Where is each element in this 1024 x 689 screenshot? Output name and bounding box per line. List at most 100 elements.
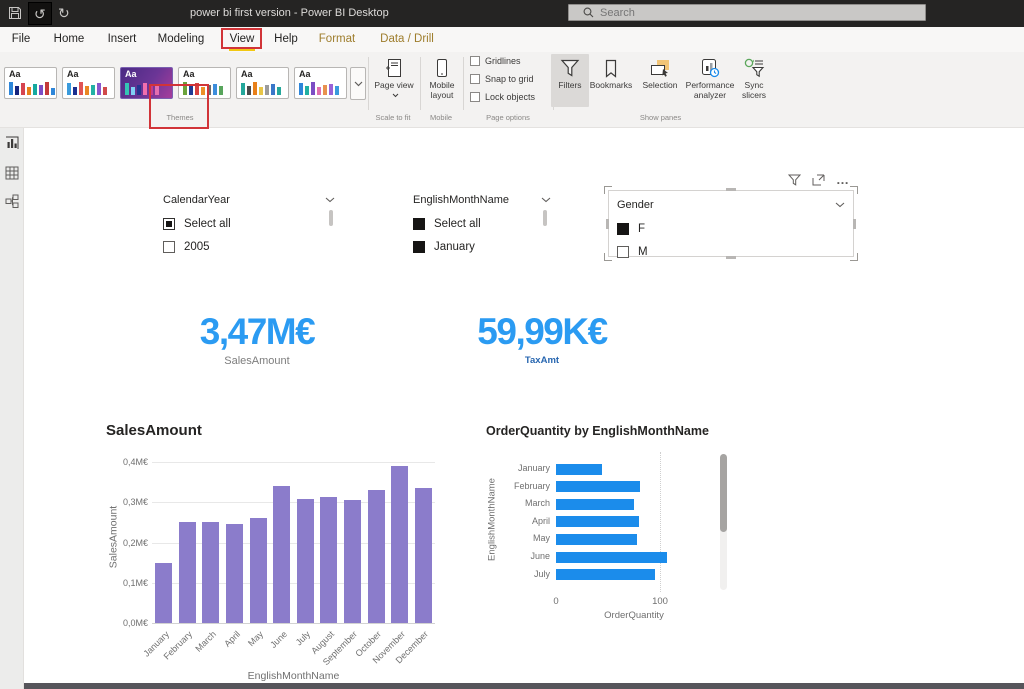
- save-icon[interactable]: [8, 6, 22, 20]
- checkbox-lock-objects[interactable]: Lock objects: [470, 92, 535, 102]
- slicer-checkbox-checked[interactable]: [413, 218, 425, 230]
- slicer-item-january[interactable]: January: [413, 235, 551, 258]
- checkbox-snap-to-grid[interactable]: Snap to grid: [470, 74, 534, 84]
- tab-modeling[interactable]: Modeling: [152, 27, 210, 52]
- model-view-icon[interactable]: [5, 194, 19, 208]
- theme-thumbnail-2[interactable]: Aa: [62, 67, 115, 99]
- performance-analyzer-button[interactable]: Performance analyzer: [683, 54, 737, 100]
- theme-thumbnail-1[interactable]: Aa: [4, 67, 57, 99]
- page-view-button[interactable]: Page view: [370, 54, 418, 100]
- sync-slicers-button[interactable]: Sync slicers: [733, 54, 775, 100]
- resize-handle[interactable]: [850, 253, 858, 261]
- bookmarks-pane-button[interactable]: Bookmarks: [585, 54, 637, 90]
- slicer-scrollbar[interactable]: [543, 210, 547, 226]
- slicer-item-f[interactable]: F: [617, 217, 845, 240]
- theme-thumbnail-4[interactable]: Aa: [178, 67, 231, 99]
- resize-handle[interactable]: [604, 186, 612, 194]
- tab-view[interactable]: View: [223, 27, 261, 52]
- resize-handle[interactable]: [726, 256, 736, 259]
- checkbox-gridlines[interactable]: Gridlines: [470, 56, 521, 66]
- bar-january[interactable]: [556, 464, 602, 475]
- checkbox-box[interactable]: [470, 74, 480, 84]
- chevron-down-icon[interactable]: [541, 197, 551, 203]
- search-input[interactable]: [600, 7, 880, 19]
- bar-june[interactable]: [273, 486, 290, 623]
- resize-handle[interactable]: [850, 186, 858, 194]
- bar-december[interactable]: [415, 488, 432, 623]
- theme-thumbnail-3[interactable]: Aa: [120, 67, 173, 99]
- resize-handle[interactable]: [726, 188, 736, 191]
- bar-september[interactable]: [344, 500, 361, 623]
- tab-format[interactable]: Format: [312, 27, 362, 52]
- tab-insert[interactable]: Insert: [100, 27, 144, 52]
- resize-handle[interactable]: [606, 219, 609, 229]
- chart-scrollbar[interactable]: [720, 454, 727, 590]
- slicer-item-label[interactable]: M: [638, 246, 648, 258]
- slicer-gender[interactable]: GenderFM: [608, 190, 854, 257]
- slicer-item-label[interactable]: Select all: [434, 218, 481, 230]
- selection-pane-button[interactable]: Selection: [637, 54, 683, 90]
- slicer-checkbox-checked[interactable]: [413, 241, 425, 253]
- bar-june[interactable]: [556, 552, 667, 563]
- slicer-item-select-all[interactable]: Select all: [413, 212, 551, 235]
- redo-button[interactable]: ↻: [58, 2, 70, 24]
- slicer-checkbox-unchecked[interactable]: [163, 241, 175, 253]
- slicer-checkbox-checked[interactable]: [617, 223, 629, 235]
- card-salesamount[interactable]: 3,47M€ SalesAmount: [168, 310, 346, 367]
- slicer-item-m[interactable]: M: [617, 240, 845, 263]
- card-taxamt[interactable]: 59,99K€ TaxAmt: [452, 310, 632, 366]
- chevron-down-icon[interactable]: [835, 202, 845, 208]
- scrollbar-thumb[interactable]: [720, 454, 727, 532]
- tab-home[interactable]: Home: [48, 27, 90, 52]
- mobile-layout-button[interactable]: Mobile layout: [420, 54, 464, 100]
- bottom-scrollbar[interactable]: [24, 683, 1024, 689]
- checkbox-box[interactable]: [470, 92, 480, 102]
- slicer-checkbox-indeterminate[interactable]: [163, 218, 175, 230]
- report-view-icon[interactable]: [5, 136, 19, 150]
- focus-mode-icon[interactable]: [812, 174, 825, 186]
- slicer-calendaryear[interactable]: CalendarYearSelect all2005: [163, 192, 335, 256]
- slicer-item-label[interactable]: F: [638, 223, 645, 235]
- more-options-icon[interactable]: …: [836, 175, 850, 185]
- bar-january[interactable]: [155, 563, 172, 623]
- slicer-item-label[interactable]: Select all: [184, 218, 231, 230]
- resize-handle[interactable]: [853, 219, 856, 229]
- checkbox-box[interactable]: [470, 56, 480, 66]
- visual-filter-icon[interactable]: [788, 174, 801, 186]
- undo-button[interactable]: ↺: [28, 2, 52, 25]
- bar-july[interactable]: [556, 569, 655, 580]
- bar-november[interactable]: [391, 466, 408, 623]
- slicer-item-label[interactable]: 2005: [184, 241, 210, 253]
- slicer-item-label[interactable]: January: [434, 241, 475, 253]
- column-chart-salesamount[interactable]: SalesAmount SalesAmount 0,0M€0,1M€0,2M€0…: [100, 418, 445, 686]
- bar-may[interactable]: [250, 518, 267, 623]
- data-view-icon[interactable]: [5, 166, 19, 180]
- slicer-item-select-all[interactable]: Select all: [163, 212, 335, 235]
- slicer-item-2005[interactable]: 2005: [163, 235, 335, 258]
- theme-thumbnail-6[interactable]: Aa: [294, 67, 347, 99]
- bar-march[interactable]: [202, 522, 219, 623]
- bar-october[interactable]: [368, 490, 385, 623]
- bar-chart-orderquantity[interactable]: OrderQuantity by EnglishMonthName Englis…: [478, 424, 730, 624]
- themes-gallery-dropdown-button[interactable]: [350, 67, 366, 100]
- theme-thumbnail-5[interactable]: Aa: [236, 67, 289, 99]
- bar-august[interactable]: [320, 497, 337, 623]
- slicer-checkbox-unchecked[interactable]: [617, 246, 629, 258]
- resize-handle[interactable]: [604, 253, 612, 261]
- bar-july[interactable]: [297, 499, 314, 623]
- checkbox-label: Snap to grid: [485, 74, 534, 84]
- tab-data-drill[interactable]: Data / Drill: [370, 27, 444, 52]
- slicer-englishmonthname[interactable]: EnglishMonthNameSelect allJanuary: [413, 192, 551, 256]
- search-box[interactable]: [568, 4, 926, 21]
- slicer-scrollbar[interactable]: [329, 210, 333, 226]
- filters-pane-button[interactable]: Filters: [551, 54, 589, 107]
- tab-file[interactable]: File: [4, 27, 38, 52]
- tab-help[interactable]: Help: [267, 27, 305, 52]
- chevron-down-icon[interactable]: [325, 197, 335, 203]
- bar-march[interactable]: [556, 499, 634, 510]
- bar-february[interactable]: [179, 522, 196, 623]
- bar-february[interactable]: [556, 481, 640, 492]
- bar-april[interactable]: [226, 524, 243, 623]
- bar-may[interactable]: [556, 534, 637, 545]
- bar-april[interactable]: [556, 516, 639, 527]
